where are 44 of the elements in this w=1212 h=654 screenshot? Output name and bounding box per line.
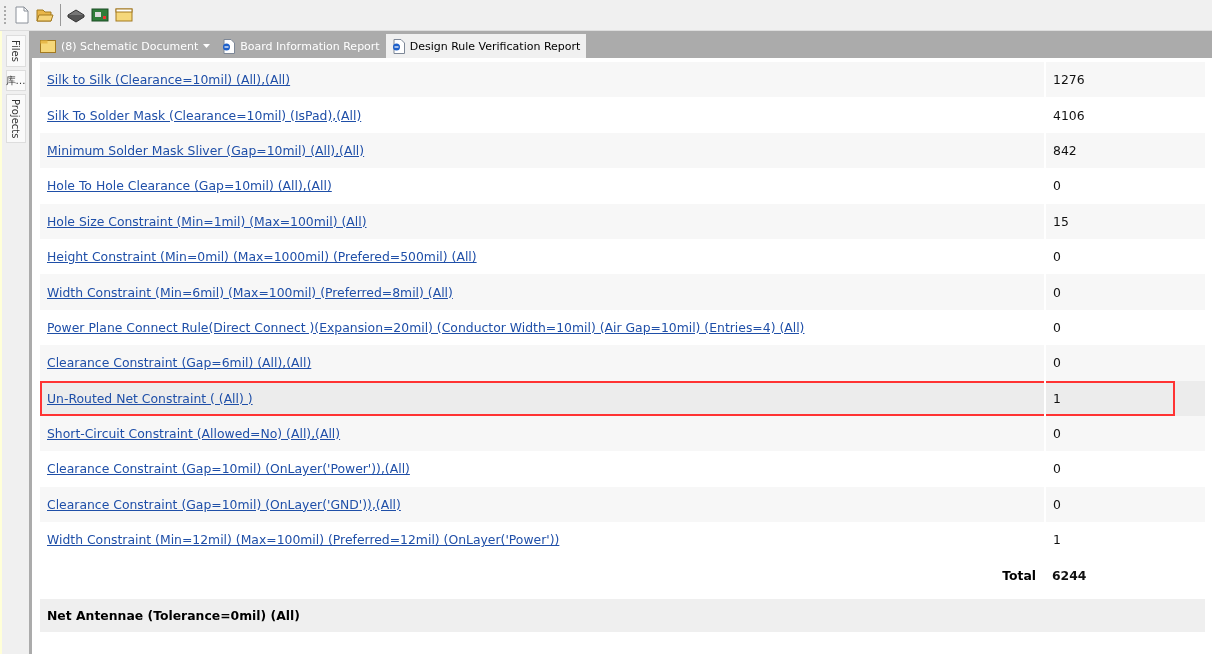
panel-tab[interactable]: Files <box>5 35 26 67</box>
violation-count: 15 <box>1045 203 1205 239</box>
violation-count: 0 <box>1045 345 1205 381</box>
window-folder-icon[interactable] <box>115 7 133 23</box>
violation-count: 0 <box>1045 274 1205 310</box>
open-folder-icon[interactable] <box>36 7 54 23</box>
rule-link[interactable]: Minimum Solder Mask Sliver (Gap=10mil) (All),(All) <box>47 142 365 158</box>
violation-count: 0 <box>1045 451 1205 487</box>
board-icon[interactable] <box>91 7 109 23</box>
report-page-icon <box>391 38 405 54</box>
rule-link[interactable]: Width Constraint (Min=6mil) (Max=100mil) (Preferred=8mil) (All) <box>47 284 453 300</box>
rule-link[interactable]: Silk to Silk (Clearance=10mil) (All),(All) <box>47 72 291 88</box>
rule-link[interactable]: Clearance Constraint (Gap=10mil) (OnLayer('GND')),(All) <box>47 496 401 512</box>
rule-link[interactable]: Hole Size Constraint (Min=1mil) (Max=100mil) (All) <box>47 213 367 229</box>
rule-link[interactable]: Hole To Hole Clearance (Gap=10mil) (All),(All) <box>47 178 332 194</box>
dropdown-caret-icon[interactable] <box>203 44 211 48</box>
rule-link[interactable]: Short-Circuit Constraint (Allowed=No) (All),(All) <box>47 426 341 442</box>
violation-count: 4106 <box>1045 97 1205 133</box>
violation-count: 0 <box>1045 486 1205 523</box>
violation-count: 1276 <box>1045 62 1205 98</box>
new-document-icon[interactable] <box>14 6 30 24</box>
violation-count: 0 <box>1045 309 1205 346</box>
violation-count: 0 <box>1045 415 1205 452</box>
rule-link[interactable]: Width Constraint (Min=12mil) (Max=100mil) (Preferred=12mil) (OnLayer('Power')) <box>47 532 560 548</box>
violation-count: 1 <box>1045 522 1205 558</box>
rule-link[interactable]: Clearance Constraint (Gap=6mil) (All),(All) <box>47 355 312 371</box>
document-tab[interactable]: Design Rule Verification Report <box>385 34 587 58</box>
rule-link[interactable]: Clearance Constraint (Gap=10mil) (OnLayer('Power')),(All) <box>47 461 410 477</box>
panel-tab[interactable]: 库… <box>5 69 26 91</box>
total-value: 6244 <box>1051 566 1088 585</box>
folder-icon <box>40 39 56 53</box>
rule-link[interactable]: Silk To Solder Mask (Clearance=10mil) (IsPad),(All) <box>47 107 362 123</box>
rule-link[interactable]: Power Plane Connect Rule(Direct Connect )(Expansion=20mil) (Conductor Width=10mil) (Air Gap=10mil) (Entries=4) (All) <box>47 319 805 335</box>
panel-tab[interactable]: Projects <box>5 93 26 144</box>
violation-count: 0 <box>1045 168 1205 204</box>
rule-link[interactable]: Height Constraint (Min=0mil) (Max=1000mil) (Prefered=500mil) (All) <box>47 249 477 265</box>
violation-count: 842 <box>1045 132 1205 169</box>
total-label: Total <box>1001 566 1037 585</box>
report-page-icon <box>222 38 236 54</box>
rule-link[interactable]: Un-Routed Net Constraint ( (All) ) <box>47 390 253 406</box>
violation-count: 1 <box>1045 380 1205 416</box>
violation-count: 0 <box>1045 238 1205 275</box>
chip-icon[interactable] <box>67 7 85 23</box>
section-heading: Net Antennae (Tolerance=0mil) (All) <box>40 598 1205 632</box>
